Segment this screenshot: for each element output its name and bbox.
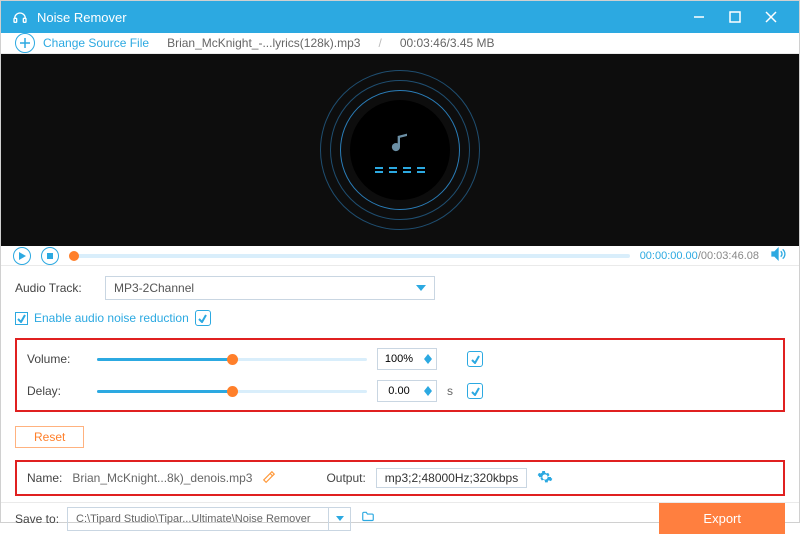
noise-settings-icon[interactable]: [195, 310, 211, 326]
timeline-slider[interactable]: [69, 254, 630, 258]
stepper-down-icon[interactable]: [424, 391, 432, 396]
output-label: Output:: [326, 471, 365, 485]
noise-reduction-label: Enable audio noise reduction: [34, 311, 189, 325]
equalizer-icon: [375, 167, 425, 173]
minimize-button[interactable]: [681, 1, 717, 33]
source-duration-size: 00:03:46/3.45 MB: [400, 36, 495, 50]
play-bar: 00:00:00.00/00:03:46.08: [1, 246, 799, 266]
plus-icon: [15, 33, 35, 53]
save-path-box: C:\Tipard Studio\Tipar...Ultimate\Noise …: [67, 507, 351, 531]
delay-value[interactable]: [382, 385, 416, 397]
open-folder-icon[interactable]: [359, 510, 377, 527]
name-label: Name:: [27, 471, 62, 485]
audio-track-select[interactable]: MP3-2Channel: [105, 276, 435, 300]
timecode: 00:00:00.00/00:03:46.08: [640, 250, 759, 262]
source-filename: Brian_McKnight_-...lyrics(128k).mp3: [167, 36, 360, 50]
output-format-box[interactable]: mp3;2;48000Hz;320kbps: [376, 468, 527, 488]
volume-label: Volume:: [27, 352, 87, 366]
audio-preview: [1, 54, 799, 246]
output-group-highlight: Name: Brian_McKnight...8k)_denois.mp3 Ou…: [15, 460, 785, 496]
source-bar: Change Source File Brian_McKnight_-...ly…: [1, 33, 799, 54]
volume-input[interactable]: [377, 348, 437, 370]
change-source-label: Change Source File: [43, 36, 149, 50]
save-to-label: Save to:: [15, 512, 59, 526]
reset-button[interactable]: Reset: [15, 426, 84, 448]
source-separator: /: [378, 36, 381, 50]
chevron-down-icon: [416, 285, 426, 291]
close-button[interactable]: [753, 1, 789, 33]
controls-panel: Audio Track: MP3-2Channel Enable audio n…: [1, 266, 799, 502]
delay-slider[interactable]: [97, 390, 367, 393]
time-total: 00:03:46.08: [701, 250, 759, 262]
delay-label: Delay:: [27, 384, 87, 398]
app-logo-icon: [11, 8, 29, 26]
name-value: Brian_McKnight...8k)_denois.mp3: [72, 471, 252, 485]
volume-row: Volume:: [27, 348, 773, 370]
output-settings-icon[interactable]: [537, 469, 553, 488]
footer-bar: Save to: C:\Tipard Studio\Tipar...Ultima…: [1, 502, 799, 534]
audio-track-label: Audio Track:: [15, 281, 95, 295]
delay-row: Delay: s: [27, 380, 773, 402]
stop-button[interactable]: [41, 247, 59, 265]
save-path-dropdown[interactable]: [328, 508, 350, 530]
titlebar: Noise Remover: [1, 1, 799, 33]
volume-icon[interactable]: [769, 246, 787, 265]
adjust-group-highlight: Volume: Delay:: [15, 338, 785, 412]
noise-reduction-row: Enable audio noise reduction: [15, 310, 785, 326]
volume-reset-icon[interactable]: [467, 351, 483, 367]
audio-track-row: Audio Track: MP3-2Channel: [15, 276, 785, 300]
play-button[interactable]: [13, 247, 31, 265]
maximize-button[interactable]: [717, 1, 753, 33]
app-window: Noise Remover Change Source File Brian_M…: [0, 0, 800, 523]
audio-track-value: MP3-2Channel: [114, 281, 194, 295]
delay-input[interactable]: [377, 380, 437, 402]
volume-value[interactable]: [382, 353, 416, 365]
audio-visual-icon: [315, 65, 485, 235]
noise-reduction-checkbox[interactable]: [15, 312, 28, 325]
output-format-value: mp3;2;48000Hz;320kbps: [385, 471, 518, 485]
change-source-button[interactable]: Change Source File: [15, 33, 149, 53]
time-current: 00:00:00.00: [640, 250, 698, 262]
export-button[interactable]: Export: [659, 503, 785, 534]
delay-reset-icon[interactable]: [467, 383, 483, 399]
app-title: Noise Remover: [37, 10, 681, 25]
reset-row: Reset: [15, 422, 785, 450]
volume-slider[interactable]: [97, 358, 367, 361]
delay-unit: s: [447, 384, 457, 398]
stepper-down-icon[interactable]: [424, 359, 432, 364]
edit-name-icon[interactable]: [262, 470, 276, 487]
